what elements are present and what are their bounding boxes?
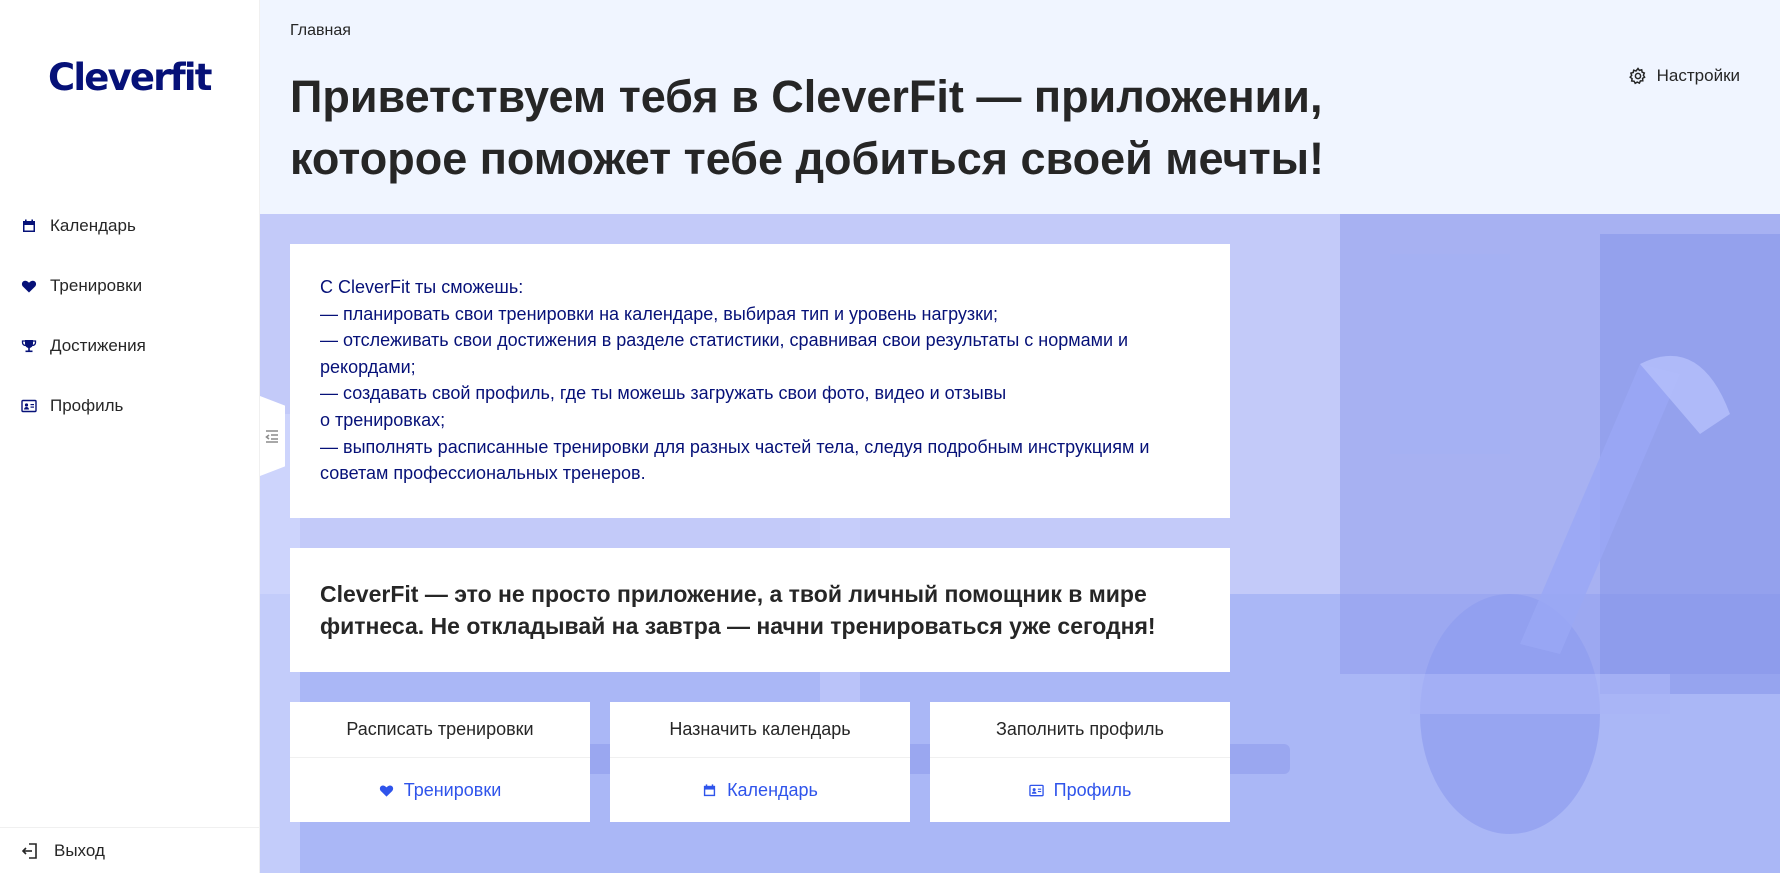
main-content: С CleverFit ты сможешь: — планировать св… xyxy=(260,214,1780,873)
sidebar-item-profile[interactable]: Профиль xyxy=(0,376,260,436)
exit-label: Выход xyxy=(54,840,105,860)
heart-icon xyxy=(20,277,38,295)
sidebar-item-label: Календарь xyxy=(50,216,136,235)
idcard-icon xyxy=(20,397,38,415)
calendar-icon xyxy=(703,783,716,796)
logout-icon xyxy=(21,842,37,859)
sidebar-item-label: Профиль xyxy=(50,396,124,415)
sidebar-item-workouts[interactable]: Тренировки xyxy=(0,256,260,316)
menu-fold-icon xyxy=(265,430,278,443)
profile-link-button[interactable]: Профиль xyxy=(930,758,1230,822)
action-link-label: Календарь xyxy=(727,779,818,800)
intro-card: С CleverFit ты сможешь: — планировать св… xyxy=(290,244,1230,518)
action-card-workouts: Расписать тренировки Тренировки xyxy=(290,702,590,822)
workouts-link-button[interactable]: Тренировки xyxy=(290,758,590,822)
page-title: Приветствуем тебя в CleverFit — приложен… xyxy=(290,71,1325,184)
heart-icon xyxy=(379,785,393,797)
action-card-title: Расписать тренировки xyxy=(290,702,590,758)
action-card-title: Заполнить профиль xyxy=(930,702,1230,758)
sidebar-nav: Календарь Тренировки Достижения Профиль xyxy=(0,196,260,436)
action-link-label: Тренировки xyxy=(403,779,502,800)
settings-button[interactable]: Настройки xyxy=(1628,66,1740,86)
action-card-calendar: Назначить календарь Календарь xyxy=(610,702,910,822)
idcard-icon xyxy=(1028,784,1044,796)
sidebar: Cleverfit Календарь Тренировки Достижени… xyxy=(0,0,260,873)
cta-text: CleverFit — это не просто приложение, а … xyxy=(320,581,1156,639)
breadcrumb[interactable]: Главная xyxy=(290,22,351,40)
sidebar-item-achievements[interactable]: Достижения xyxy=(0,316,260,376)
calendar-icon xyxy=(20,217,38,235)
page-header: Главная Приветствуем тебя в CleverFit — … xyxy=(260,0,1780,214)
action-card-profile: Заполнить профиль Профиль xyxy=(930,702,1230,822)
sidebar-item-label: Тренировки xyxy=(50,276,143,295)
trophy-icon xyxy=(20,337,38,355)
settings-label: Настройки xyxy=(1656,66,1740,85)
calendar-link-button[interactable]: Календарь xyxy=(610,758,910,822)
intro-text: С CleverFit ты сможешь: — планировать св… xyxy=(320,277,1150,484)
cta-card: CleverFit — это не просто приложение, а … xyxy=(290,548,1230,672)
gear-icon xyxy=(1628,67,1646,85)
action-card-title: Назначить календарь xyxy=(610,702,910,758)
action-link-label: Профиль xyxy=(1053,779,1132,800)
exit-button[interactable]: Выход xyxy=(0,827,260,873)
app-logo[interactable]: Cleverfit xyxy=(48,56,212,99)
sidebar-collapse-toggle[interactable] xyxy=(260,396,285,476)
sidebar-item-label: Достижения xyxy=(50,336,146,355)
sidebar-item-calendar[interactable]: Календарь xyxy=(0,196,260,256)
